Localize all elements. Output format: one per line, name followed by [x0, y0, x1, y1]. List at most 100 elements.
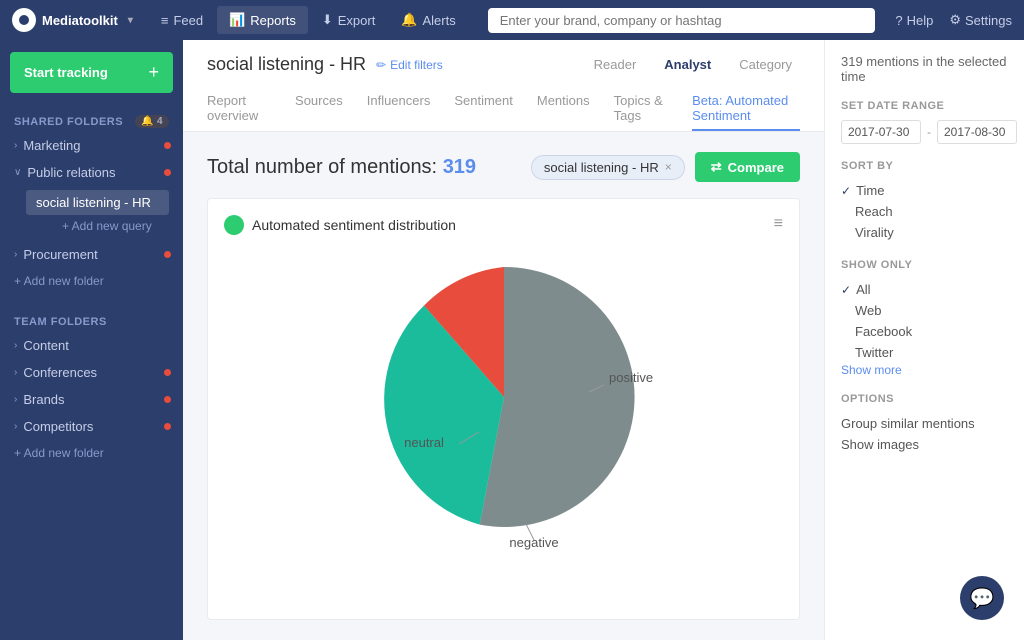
- rp-mentions-count: 319 mentions in the selected time: [841, 54, 1008, 84]
- conferences-folder-label: Conferences: [23, 365, 97, 380]
- chart-menu-button[interactable]: ≡: [774, 215, 783, 233]
- add-new-query-button[interactable]: + Add new query: [26, 215, 169, 237]
- notification-dot: [164, 142, 171, 149]
- nav-export[interactable]: ⬇ Export: [310, 6, 387, 34]
- sentiment-chart-card: Automated sentiment distribution ≡: [207, 198, 800, 620]
- nav-report-overview[interactable]: Report overview: [207, 87, 271, 131]
- search-container: [488, 8, 876, 33]
- chevron-right-icon: ›: [14, 367, 17, 378]
- sidebar-item-social-listening-hr[interactable]: social listening - HR: [26, 190, 169, 215]
- show-images[interactable]: Show images: [841, 434, 1008, 455]
- main-content: social listening - HR ✏ Edit filters Rea…: [183, 40, 824, 640]
- group-similar-mentions[interactable]: Group similar mentions: [841, 413, 1008, 434]
- nav-alerts-label: Alerts: [423, 13, 456, 28]
- show-web[interactable]: Web: [841, 300, 1008, 321]
- public-relations-subfolder: social listening - HR + Add new query: [0, 186, 183, 241]
- folder-public-relations[interactable]: ∨ Public relations social listening - HR…: [0, 159, 183, 241]
- date-from-input[interactable]: [841, 120, 921, 144]
- nav-feed[interactable]: ≡ Feed: [149, 7, 215, 34]
- settings-label: Settings: [965, 13, 1012, 28]
- content-title-row: social listening - HR ✏ Edit filters: [207, 54, 443, 75]
- compare-button[interactable]: ⇄ Compare: [695, 152, 800, 182]
- content-nav: Report overview Sources Influencers Sent…: [207, 87, 800, 131]
- active-tag: social listening - HR ×: [531, 155, 685, 180]
- sort-reach[interactable]: Reach: [841, 201, 1008, 222]
- help-button[interactable]: ? Help: [895, 13, 933, 28]
- positive-label: positive: [609, 370, 653, 385]
- neutral-label: neutral: [404, 435, 444, 450]
- notification-dot: [164, 251, 171, 258]
- app-logo[interactable]: Mediatoolkit ▾: [12, 8, 133, 32]
- nav-topics-tags[interactable]: Topics & Tags: [614, 87, 669, 131]
- edit-filters-button[interactable]: ✏ Edit filters: [376, 58, 443, 72]
- export-icon: ⬇: [322, 12, 333, 28]
- content-header: social listening - HR ✏ Edit filters Rea…: [183, 40, 824, 132]
- page-title: social listening - HR: [207, 54, 366, 75]
- nav-reports-label: Reports: [250, 13, 296, 28]
- shared-folders-title: SHARED FOLDERS 🔔 4: [0, 105, 183, 132]
- sentiment-icon: [224, 215, 244, 235]
- public-relations-folder-label: Public relations: [27, 165, 115, 180]
- nav-automated-sentiment[interactable]: Beta: Automated Sentiment: [692, 87, 800, 131]
- tab-analyst[interactable]: Analyst: [656, 54, 719, 75]
- tab-reader[interactable]: Reader: [586, 54, 645, 75]
- content-header-top: social listening - HR ✏ Edit filters Rea…: [207, 54, 800, 75]
- sort-by-title: SORT BY: [841, 160, 1008, 172]
- sidebar: Start tracking + SHARED FOLDERS 🔔 4 › Ma…: [0, 40, 183, 640]
- app-name: Mediatoolkit: [42, 13, 118, 28]
- chevron-right-icon: ›: [14, 140, 17, 151]
- show-facebook[interactable]: Facebook: [841, 321, 1008, 342]
- date-separator: -: [927, 125, 931, 139]
- brands-folder-label: Brands: [23, 392, 64, 407]
- nav-sources[interactable]: Sources: [295, 87, 343, 131]
- nav-reports[interactable]: 📊 Reports: [217, 6, 308, 34]
- show-more-button[interactable]: Show more: [841, 363, 1008, 377]
- top-nav-right: ? Help ⚙ Settings: [895, 12, 1012, 28]
- notification-dot: [164, 169, 171, 176]
- mentions-tag-row: social listening - HR × ⇄ Compare: [531, 152, 800, 182]
- add-team-folder-button[interactable]: + Add new folder: [0, 440, 183, 466]
- folder-conferences[interactable]: › Conferences: [0, 359, 183, 386]
- sort-time[interactable]: ✓ Time: [841, 180, 1008, 201]
- nav-alerts[interactable]: 🔔 Alerts: [389, 6, 467, 34]
- settings-icon: ⚙: [949, 12, 961, 28]
- tab-category[interactable]: Category: [731, 54, 800, 75]
- folder-procurement[interactable]: › Procurement: [0, 241, 183, 268]
- competitors-folder-label: Competitors: [23, 419, 93, 434]
- settings-button[interactable]: ⚙ Settings: [949, 12, 1012, 28]
- show-twitter[interactable]: Twitter: [841, 342, 1008, 363]
- start-tracking-label: Start tracking: [24, 65, 108, 80]
- notification-dot: [164, 369, 171, 376]
- alerts-icon: 🔔: [401, 12, 417, 28]
- nav-influencers[interactable]: Influencers: [367, 87, 431, 131]
- folder-brands[interactable]: › Brands: [0, 386, 183, 413]
- search-input[interactable]: [488, 8, 876, 33]
- view-tabs: Reader Analyst Category: [586, 54, 800, 75]
- folder-marketing[interactable]: › Marketing: [0, 132, 183, 159]
- nav-mentions[interactable]: Mentions: [537, 87, 590, 131]
- start-tracking-button[interactable]: Start tracking +: [10, 52, 173, 93]
- nav-feed-label: Feed: [173, 13, 203, 28]
- remove-tag-button[interactable]: ×: [665, 160, 672, 174]
- shared-folders-badge: 🔔 4: [135, 115, 169, 128]
- main-nav: ≡ Feed 📊 Reports ⬇ Export 🔔 Alerts: [149, 6, 468, 34]
- date-range-title: SET DATE RANGE: [841, 100, 1008, 112]
- date-to-input[interactable]: [937, 120, 1017, 144]
- folder-content[interactable]: › Content: [0, 332, 183, 359]
- rp-sort-section: SORT BY ✓ Time Reach Virality: [841, 160, 1008, 243]
- team-folders-title: TEAM FOLDERS: [0, 306, 183, 332]
- chart-title-row: Automated sentiment distribution: [224, 215, 783, 235]
- negative-label: negative: [509, 535, 558, 550]
- add-shared-folder-button[interactable]: + Add new folder: [0, 268, 183, 294]
- procurement-folder-label: Procurement: [23, 247, 97, 262]
- sort-virality[interactable]: Virality: [841, 222, 1008, 243]
- nav-export-label: Export: [338, 13, 376, 28]
- chat-bubble-button[interactable]: 💬: [960, 576, 1004, 620]
- folder-competitors[interactable]: › Competitors: [0, 413, 183, 440]
- edit-filters-label: Edit filters: [390, 58, 443, 72]
- check-icon: ✓: [841, 184, 851, 198]
- show-all[interactable]: ✓ All: [841, 279, 1008, 300]
- nav-sentiment[interactable]: Sentiment: [454, 87, 513, 131]
- help-icon: ?: [895, 13, 902, 28]
- notification-dot: [164, 423, 171, 430]
